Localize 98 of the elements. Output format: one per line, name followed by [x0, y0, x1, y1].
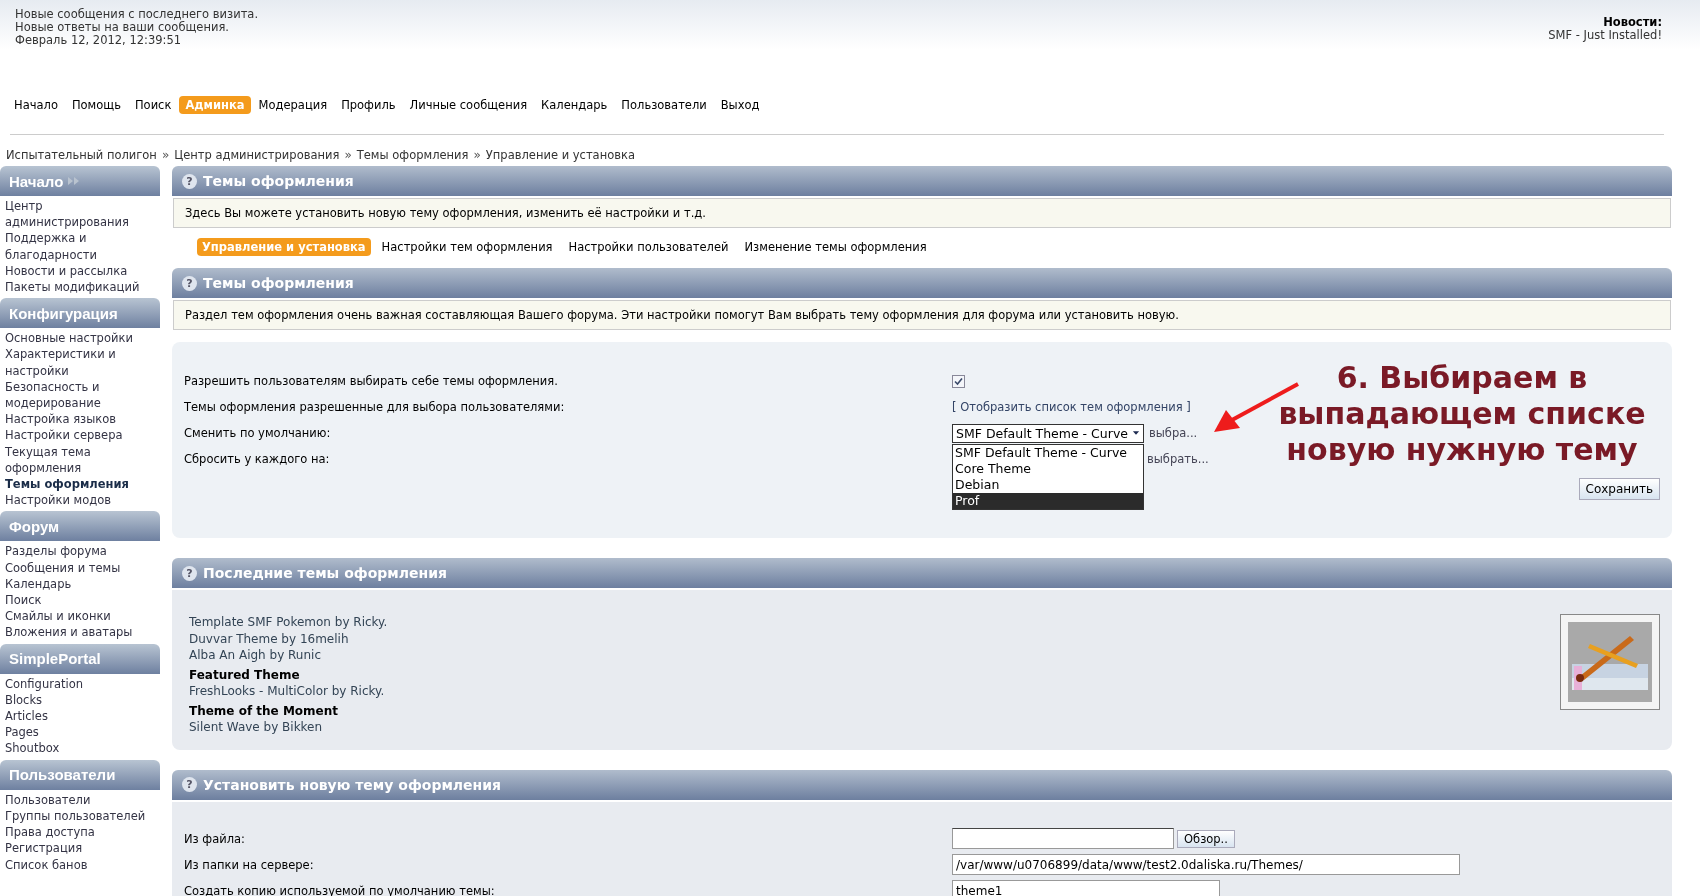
- sidebar-item[interactable]: Articles: [0, 708, 160, 725]
- nav-tab[interactable]: Поиск: [128, 96, 178, 114]
- sidebar-header: SimplePortal: [0, 643, 160, 674]
- sidebar-item[interactable]: Группы пользователей: [0, 807, 160, 825]
- section-header: ? Установить новую тему оформления: [172, 769, 1672, 800]
- breadcrumb-link[interactable]: Управление и установка: [485, 148, 635, 163]
- sidebar-item[interactable]: Shoutbox: [0, 740, 160, 757]
- sidebar-item[interactable]: Характеристики и настройки: [0, 346, 160, 379]
- sidebar-item[interactable]: Список банов: [0, 856, 160, 873]
- section-header: ? Темы оформления: [172, 166, 1672, 196]
- annotation-text: 6. Выбираем в выпадающем списке новую нужную тему: [1277, 360, 1647, 468]
- setting-label: Темы оформления разрешенные для выбора пользователями:: [184, 400, 566, 414]
- list-heading: Theme of the Moment: [189, 702, 340, 719]
- sidebar-item[interactable]: Настройки сервера: [0, 427, 160, 444]
- sidebar-item[interactable]: Права доступа: [0, 824, 160, 841]
- setting-label: Разрешить пользователям выбирать себе темы оформления.: [184, 374, 559, 388]
- sidebar-item[interactable]: Сообщения и темы: [0, 559, 160, 576]
- sidebar-item[interactable]: Пакеты модификаций: [0, 279, 160, 296]
- help-icon[interactable]: ?: [182, 565, 197, 581]
- folder-field[interactable]: /var/www/u0706899/data/www/test2.0daliska.ru/Themes/: [952, 854, 1460, 875]
- tab[interactable]: Изменение темы оформления: [739, 238, 932, 256]
- browse-button[interactable]: Обзор..: [1177, 829, 1235, 848]
- sidebar-item[interactable]: Поиск: [0, 592, 160, 609]
- nav-tab[interactable]: Пользователи: [615, 96, 713, 114]
- sidebar-item[interactable]: Configuration: [0, 675, 160, 692]
- theme-link[interactable]: Template SMF Pokemon by Ricky.: [189, 614, 388, 631]
- theme-link[interactable]: Silent Wave by Bikken: [189, 719, 388, 736]
- checkbox[interactable]: [952, 374, 965, 388]
- setting-label: Сменить по умолчанию:: [184, 426, 332, 440]
- breadcrumb-link[interactable]: Темы оформления: [356, 148, 469, 163]
- sidebar-item[interactable]: Поддержка и благодарности: [0, 230, 160, 263]
- notice-text: Февраль 12, 2012, 12:39:51: [15, 34, 183, 47]
- theme-list-link[interactable]: [ Отобразить список тем оформления ]: [952, 400, 1191, 414]
- sidebar-header: Конфигурация: [0, 298, 160, 329]
- section-header: ? Темы оформления: [172, 268, 1672, 298]
- sidebar-item[interactable]: Настройки модов: [0, 492, 160, 509]
- save-button[interactable]: Сохранить: [1578, 478, 1660, 500]
- file-field[interactable]: [952, 828, 1174, 849]
- breadcrumb-separator: »: [473, 148, 481, 163]
- choose-link[interactable]: выбрать...: [1147, 452, 1209, 466]
- sidebar-item[interactable]: Настройка языков: [0, 411, 160, 428]
- notice-text: Новые ответы на ваши сообщения.: [15, 21, 230, 34]
- sidebar-item[interactable]: Новости и рассылка: [0, 262, 160, 279]
- nav-tab[interactable]: Начало: [8, 96, 64, 114]
- sidebar-item[interactable]: Разделы форума: [0, 543, 160, 560]
- field-label: Из файла:: [184, 831, 246, 846]
- news-text: SMF - Just Installed!: [1548, 29, 1662, 42]
- list-heading: Featured Theme: [189, 666, 301, 683]
- dropdown-option[interactable]: Core Theme: [953, 460, 1143, 477]
- sidebar-header: Пользователи: [0, 759, 160, 790]
- paintbrush-icon: [1560, 614, 1660, 710]
- sidebar-item[interactable]: Pages: [0, 724, 160, 741]
- theme-link[interactable]: Alba An Aigh by Runic: [189, 647, 388, 664]
- sidebar-item[interactable]: Темы оформления: [0, 476, 160, 493]
- notice-text: Новые сообщения с последнего визита.: [15, 8, 259, 21]
- help-icon[interactable]: ?: [182, 173, 197, 189]
- tab[interactable]: Настройки тем оформления: [376, 238, 558, 256]
- sidebar-item[interactable]: Основные настройки: [0, 330, 160, 347]
- nav-tab[interactable]: Календарь: [535, 96, 614, 114]
- sidebar-item[interactable]: Пользователи: [0, 791, 160, 808]
- sidebar-item[interactable]: Blocks: [0, 691, 160, 709]
- section-description: Здесь Вы можете установить новую тему оформления, изменить её настройки и т.д.: [173, 198, 1671, 228]
- section-header: ? Последние темы оформления: [172, 558, 1672, 588]
- sidebar-item[interactable]: Календарь: [0, 575, 160, 593]
- theme-link[interactable]: FreshLooks - MultiColor by Ricky.: [189, 683, 388, 700]
- field-label: Из папки на сервере:: [184, 857, 315, 872]
- sidebar-item[interactable]: Вложения и аватары: [0, 624, 160, 641]
- nav-tab[interactable]: Выход: [714, 96, 766, 114]
- news-title: Новости:: [1602, 16, 1662, 29]
- nav-tab[interactable]: Личные сообщения: [403, 96, 534, 114]
- sidebar-header: Начало: [0, 166, 160, 196]
- breadcrumb-separator: »: [344, 148, 352, 163]
- dropdown-option[interactable]: Debian: [953, 476, 1143, 493]
- breadcrumb-link[interactable]: Центр администрирования: [174, 148, 340, 163]
- nav-tab[interactable]: Модерация: [252, 96, 334, 114]
- choose-link[interactable]: выбра...: [1149, 426, 1198, 440]
- caret-icon: [1132, 430, 1140, 436]
- sidebar-item[interactable]: Текущая тема оформления: [0, 443, 160, 477]
- breadcrumb-link[interactable]: Испытательный полигон: [6, 148, 157, 163]
- help-icon[interactable]: ?: [182, 777, 197, 792]
- tab[interactable]: Настройки пользователей: [563, 238, 734, 256]
- sidebar-item[interactable]: Смайлы и иконки: [0, 608, 160, 625]
- field-label: Создать копию используемой по умолчанию темы:: [184, 883, 496, 896]
- setting-label: Сбросить у каждого на:: [184, 452, 331, 466]
- theme-select[interactable]: SMF Default Theme - Curve: [952, 423, 1144, 443]
- nav-tab[interactable]: Профиль: [335, 96, 402, 114]
- theme-link[interactable]: Duvvar Theme by 16melih: [189, 630, 388, 647]
- copy-name-field[interactable]: theme1: [952, 880, 1220, 896]
- dropdown-option[interactable]: SMF Default Theme - Curve: [953, 444, 1143, 461]
- help-icon[interactable]: ?: [182, 275, 197, 291]
- dropdown-option[interactable]: Prof: [953, 492, 1143, 509]
- nav-tab[interactable]: Помощь: [65, 96, 127, 114]
- sidebar-header: Форум: [0, 511, 160, 542]
- breadcrumb-separator: »: [161, 148, 170, 163]
- sidebar-item[interactable]: Безопасность и модерирование: [0, 378, 160, 412]
- sidebar-item[interactable]: Регистрация: [0, 840, 160, 857]
- section-description: Раздел тем оформления очень важная составляющая Вашего форума. Эти настройки помогут Вам выбрать тему оформления для форума или установить новую.: [173, 300, 1671, 330]
- sidebar-item[interactable]: Центр администрирования: [0, 198, 160, 231]
